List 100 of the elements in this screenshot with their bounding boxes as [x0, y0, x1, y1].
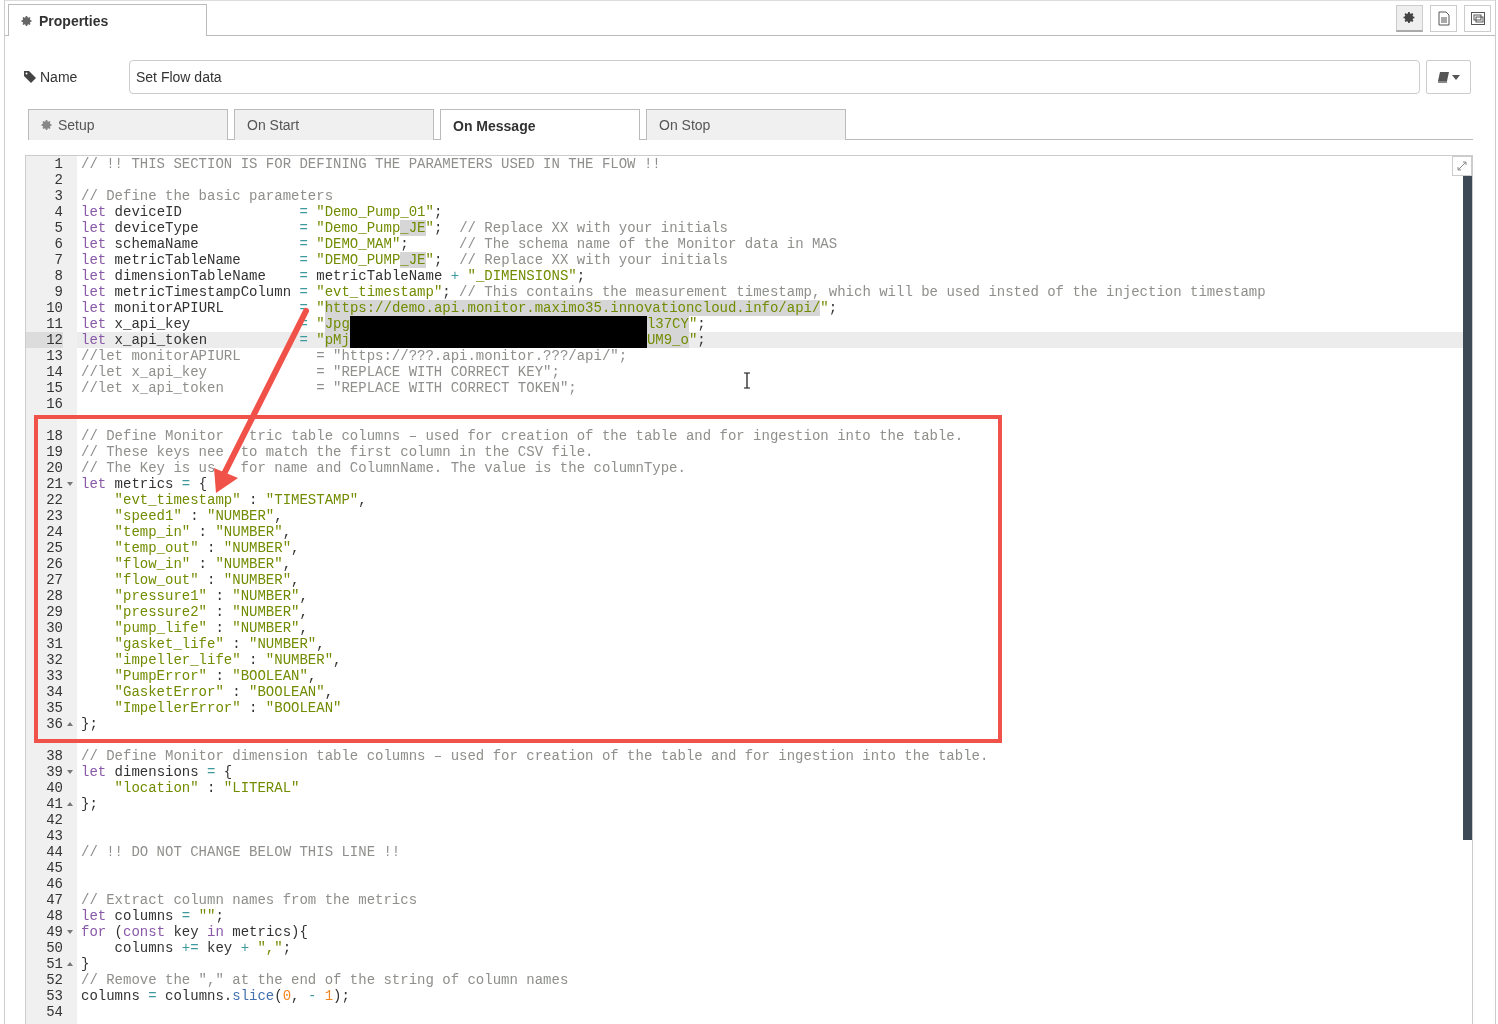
- gear-icon: [21, 14, 33, 27]
- name-label: Name: [24, 69, 129, 85]
- line-number: 15: [45, 380, 63, 396]
- line-number: 10: [45, 300, 63, 316]
- code-line: "temp_in" : "NUMBER",: [113, 524, 292, 540]
- code-line: "pump_life" : "NUMBER",: [113, 620, 308, 636]
- line-number: 2: [53, 172, 63, 188]
- fold-end-icon[interactable]: [67, 801, 73, 807]
- line-number: 36: [45, 716, 63, 732]
- line-number: 21: [45, 476, 63, 492]
- code-line: for (const key in metrics){: [80, 924, 308, 940]
- code-line: //let monitorAPIURL = "https://???.api.monitor.???/api/";: [80, 348, 628, 364]
- gear-button[interactable]: [1396, 4, 1423, 32]
- line-number: 49: [45, 924, 63, 940]
- fold-icon[interactable]: [67, 481, 73, 487]
- code-line: let dimensionTableName = metricTableName + "_DIMENSIONS";: [80, 268, 586, 284]
- line-number: 19: [45, 444, 63, 460]
- code-line: //let x_api_key = "REPLACE WITH CORRECT KEY";: [80, 364, 560, 380]
- line-number: 3: [53, 188, 63, 204]
- fold-icon[interactable]: [67, 929, 73, 935]
- line-number: 53: [45, 988, 63, 1004]
- code-line: // !! THIS SECTION IS FOR DEFINING THE PARAMETERS USED IN THE FLOW !!: [80, 156, 661, 172]
- scrollbar[interactable]: [1463, 174, 1472, 840]
- line-number: 13: [45, 348, 63, 364]
- code-line: };: [80, 716, 98, 732]
- line-number: 32: [45, 652, 63, 668]
- line-number: 35: [45, 700, 63, 716]
- code-line: // The Key is us for name and ColumnName. The value is the columnType.: [80, 460, 686, 476]
- line-number: 16: [45, 396, 63, 412]
- line-number: 47: [45, 892, 63, 908]
- document-icon: [1437, 10, 1450, 26]
- line-number: 38: [45, 748, 63, 764]
- document-button[interactable]: [1430, 4, 1457, 32]
- line-number: 29: [45, 604, 63, 620]
- expand-icon: [1457, 161, 1467, 171]
- line-number: 1: [53, 156, 63, 172]
- line-number: 5: [53, 220, 63, 236]
- library-dropdown-button[interactable]: [1426, 60, 1471, 94]
- code-line: columns += key + ",";: [113, 940, 292, 956]
- code-line: "gasket_life" : "NUMBER",: [113, 636, 325, 652]
- tag-icon: [24, 71, 36, 83]
- caret-icon: [1452, 74, 1460, 80]
- frame-button[interactable]: [1464, 4, 1491, 32]
- name-field[interactable]: Set Flow data: [129, 60, 1420, 94]
- line-number: 27: [45, 572, 63, 588]
- code-line: let dimensions = {: [80, 764, 233, 780]
- code-line: // !! DO NOT CHANGE BELOW THIS LINE !!: [80, 844, 401, 860]
- code-line: "evt_timestamp" : "TIMESTAMP",: [113, 492, 367, 508]
- code-line: "flow_out" : "NUMBER",: [113, 572, 300, 588]
- code-line: //let x_api_token = "REPLACE WITH CORRECT TOKEN";: [80, 380, 577, 396]
- code-line: columns = columns.slice(0, - 1);: [80, 988, 350, 1004]
- code-line: // Define Monitor dimension table columns – used for creation of the table and for ingestion into the table.: [80, 748, 989, 764]
- line-number: 54: [45, 1004, 63, 1020]
- code-line: "speed1" : "NUMBER",: [113, 508, 283, 524]
- code-line: }: [80, 956, 90, 972]
- line-number: 7: [53, 252, 63, 268]
- line-number: 43: [45, 828, 63, 844]
- line-number: 20: [45, 460, 63, 476]
- gear-icon: [41, 119, 53, 131]
- line-number: 41: [45, 796, 63, 812]
- code-line: "PumpError" : "BOOLEAN",: [113, 668, 317, 684]
- code-line: // Extract column names from the metrics: [80, 892, 418, 908]
- frame-icon: [1469, 10, 1486, 26]
- line-number: 11: [45, 316, 63, 332]
- line-number: 45: [45, 860, 63, 876]
- editor-tab[interactable]: On Start: [234, 109, 434, 140]
- line-number: 23: [45, 508, 63, 524]
- code-line: "impeller_life" : "NUMBER",: [113, 652, 342, 668]
- code-line: // Define Monitor tric table columns – used for creation of the table and for ingestion into the table.: [80, 428, 964, 444]
- line-number: 24: [45, 524, 63, 540]
- text-cursor-icon: [743, 372, 751, 389]
- code-line: "ImpellerError" : "BOOLEAN": [113, 700, 342, 716]
- code-line: // Remove the "," at the end of the string of column names: [80, 972, 569, 988]
- line-number: 30: [45, 620, 63, 636]
- code-editor[interactable]: [25, 155, 1473, 1024]
- code-line: let deviceID = "Demo_Pump_01";: [80, 204, 443, 220]
- line-number: 28: [45, 588, 63, 604]
- editor-tab[interactable]: On Message: [440, 109, 640, 140]
- line-number: 46: [45, 876, 63, 892]
- code-line: "temp_out" : "NUMBER",: [113, 540, 300, 556]
- line-number: 4: [53, 204, 63, 220]
- code-line: "location" : "LITERAL": [113, 780, 300, 796]
- editor-tab[interactable]: On Stop: [646, 109, 846, 140]
- editor-tab[interactable]: Setup: [28, 109, 228, 140]
- code-line: let metrics = {: [80, 476, 208, 492]
- fold-icon[interactable]: [67, 769, 73, 775]
- line-number: 34: [45, 684, 63, 700]
- properties-tab[interactable]: Properties: [8, 4, 207, 36]
- line-number: 50: [45, 940, 63, 956]
- line-number: 48: [45, 908, 63, 924]
- line-number: 18: [45, 428, 63, 444]
- line-number: 22: [45, 492, 63, 508]
- line-number: 33: [45, 668, 63, 684]
- fold-end-icon[interactable]: [67, 721, 73, 727]
- fold-end-icon[interactable]: [67, 961, 73, 967]
- code-line: let deviceType = "Demo_Pump_JE"; // Replace XX with your initials: [80, 220, 728, 236]
- code-line: // These keys nee to match the first column in the CSV file.: [80, 444, 594, 460]
- line-number: 12: [26, 332, 63, 348]
- code-line: "flow_in" : "NUMBER",: [113, 556, 292, 572]
- line-number: 26: [45, 556, 63, 572]
